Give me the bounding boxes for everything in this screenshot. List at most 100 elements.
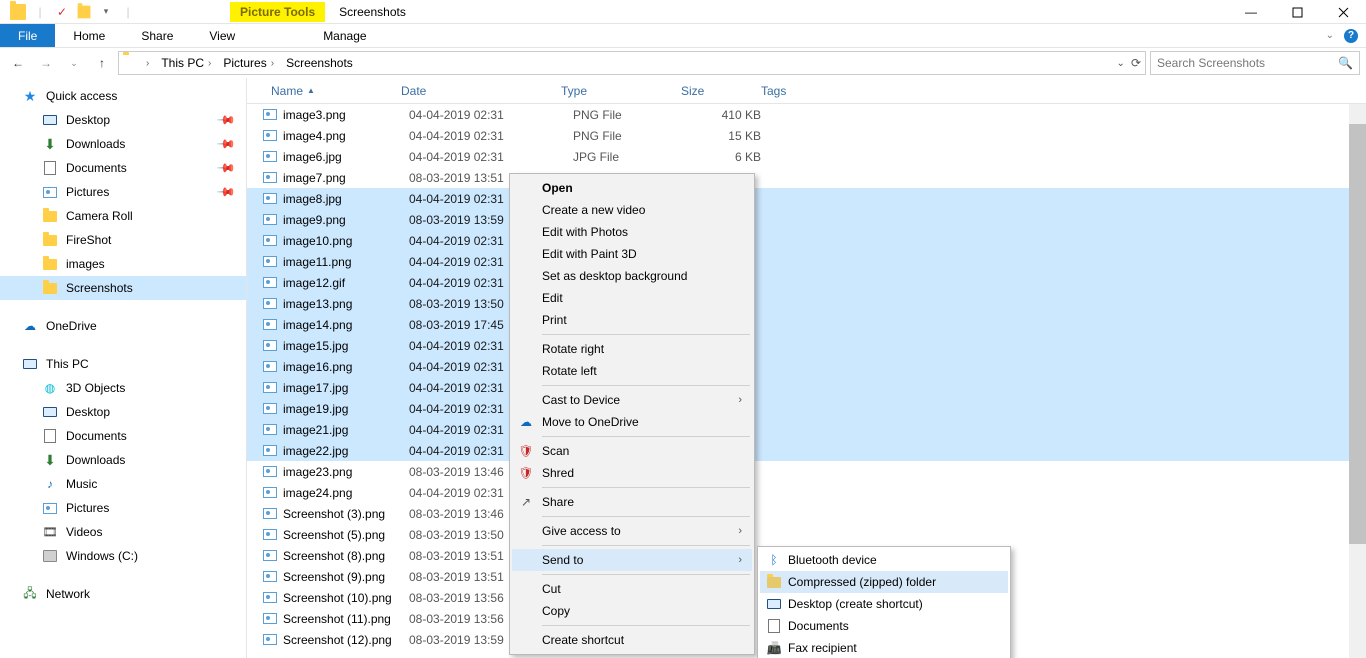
- close-button[interactable]: [1320, 0, 1366, 24]
- nav-desktop[interactable]: Desktop📌: [0, 108, 246, 132]
- nav-this-pc[interactable]: This PC: [0, 352, 246, 376]
- file-row[interactable]: image12.gif04-04-2019 02:31: [247, 272, 1366, 293]
- file-row[interactable]: image10.png04-04-2019 02:31: [247, 230, 1366, 251]
- file-row[interactable]: image19.jpg04-04-2019 02:31: [247, 398, 1366, 419]
- ctx-scan[interactable]: 🛡Scan: [512, 440, 752, 462]
- nav-downloads-2[interactable]: ⬇Downloads: [0, 448, 246, 472]
- file-row[interactable]: image11.png04-04-2019 02:31: [247, 251, 1366, 272]
- forward-button[interactable]: →: [34, 51, 58, 75]
- nav-screenshots[interactable]: Screenshots: [0, 276, 246, 300]
- breadcrumb-screenshots[interactable]: Screenshots: [281, 54, 358, 72]
- col-size[interactable]: Size: [673, 84, 753, 98]
- col-tags[interactable]: Tags: [753, 84, 833, 98]
- file-row[interactable]: image23.png08-03-2019 13:46: [247, 461, 1366, 482]
- folder-small-icon[interactable]: [76, 4, 92, 20]
- file-name: image19.jpg: [283, 402, 409, 416]
- file-type: PNG File: [573, 129, 693, 143]
- file-row[interactable]: image22.jpg04-04-2019 02:31: [247, 440, 1366, 461]
- col-type[interactable]: Type: [553, 84, 673, 98]
- ctx-edit-photos[interactable]: Edit with Photos: [512, 221, 752, 243]
- file-name: Screenshot (11).png: [283, 612, 409, 626]
- file-row[interactable]: Screenshot (3).png08-03-2019 13:46: [247, 503, 1366, 524]
- file-row[interactable]: image13.png08-03-2019 13:50: [247, 293, 1366, 314]
- back-button[interactable]: ←: [6, 51, 30, 75]
- file-row[interactable]: image6.jpg04-04-2019 02:31JPG File6 KB: [247, 146, 1366, 167]
- up-button[interactable]: ↑: [90, 51, 114, 75]
- ctx-cut[interactable]: Cut: [512, 578, 752, 600]
- file-row[interactable]: image3.png04-04-2019 02:31PNG File410 KB: [247, 104, 1366, 125]
- ctx-print[interactable]: Print: [512, 309, 752, 331]
- nav-desktop-2[interactable]: Desktop: [0, 400, 246, 424]
- sendto-desktop-shortcut[interactable]: Desktop (create shortcut): [760, 593, 1008, 615]
- tab-home[interactable]: Home: [55, 24, 123, 47]
- nav-videos[interactable]: 🎞Videos: [0, 520, 246, 544]
- refresh-icon[interactable]: ⟳: [1131, 56, 1141, 70]
- tab-file[interactable]: File: [0, 24, 55, 47]
- tab-manage[interactable]: Manage: [305, 24, 384, 47]
- nav-music[interactable]: ♪Music: [0, 472, 246, 496]
- scrollbar-thumb[interactable]: [1349, 124, 1366, 544]
- sendto-compressed[interactable]: Compressed (zipped) folder: [760, 571, 1008, 593]
- recent-locations-icon[interactable]: ⌄: [62, 51, 86, 75]
- tab-share[interactable]: Share: [123, 24, 191, 47]
- ctx-rotate-right[interactable]: Rotate right: [512, 338, 752, 360]
- search-box[interactable]: Search Screenshots 🔍: [1150, 51, 1360, 75]
- ctx-move-onedrive[interactable]: ☁Move to OneDrive: [512, 411, 752, 433]
- file-row[interactable]: image4.png04-04-2019 02:31PNG File15 KB: [247, 125, 1366, 146]
- nav-fireshot[interactable]: FireShot: [0, 228, 246, 252]
- ctx-open[interactable]: Open: [512, 177, 752, 199]
- breadcrumb-pictures[interactable]: Pictures›: [218, 54, 279, 72]
- file-row[interactable]: image17.jpg04-04-2019 02:31: [247, 377, 1366, 398]
- nav-documents[interactable]: Documents📌: [0, 156, 246, 180]
- nav-camera-roll[interactable]: Camera Roll: [0, 204, 246, 228]
- sendto-documents[interactable]: Documents: [760, 615, 1008, 637]
- address-dropdown-icon[interactable]: ⌄: [1117, 58, 1125, 69]
- file-row[interactable]: image9.png08-03-2019 13:59: [247, 209, 1366, 230]
- address-bar[interactable]: › This PC› Pictures› Screenshots ⌄ ⟳: [118, 51, 1146, 75]
- ribbon-expand-icon[interactable]: ⌄: [1326, 30, 1334, 41]
- chevron-right-icon[interactable]: ›: [146, 58, 149, 69]
- nav-network[interactable]: 🖧Network: [0, 582, 246, 606]
- file-row[interactable]: image8.jpg04-04-2019 02:31: [247, 188, 1366, 209]
- nav-quick-access[interactable]: ★Quick access: [0, 84, 246, 108]
- ctx-edit[interactable]: Edit: [512, 287, 752, 309]
- col-name[interactable]: Name▲: [263, 84, 393, 98]
- file-row[interactable]: image7.png08-03-2019 13:51: [247, 167, 1366, 188]
- ctx-share[interactable]: ↗Share: [512, 491, 752, 513]
- ctx-create-shortcut[interactable]: Create shortcut: [512, 629, 752, 651]
- nav-pictures-2[interactable]: Pictures: [0, 496, 246, 520]
- file-row[interactable]: image16.png04-04-2019 02:31: [247, 356, 1366, 377]
- breadcrumb-this-pc[interactable]: This PC›: [156, 54, 216, 72]
- file-row[interactable]: image21.jpg04-04-2019 02:31: [247, 419, 1366, 440]
- tab-view[interactable]: View: [191, 24, 253, 47]
- maximize-button[interactable]: [1274, 0, 1320, 24]
- ctx-shred[interactable]: 🛡Shred: [512, 462, 752, 484]
- minimize-button[interactable]: —: [1228, 0, 1274, 24]
- col-date[interactable]: Date: [393, 84, 553, 98]
- ctx-copy[interactable]: Copy: [512, 600, 752, 622]
- picture-tools-context-tab[interactable]: Picture Tools: [230, 2, 325, 22]
- ctx-rotate-left[interactable]: Rotate left: [512, 360, 752, 382]
- nav-pictures[interactable]: Pictures📌: [0, 180, 246, 204]
- ctx-create-video[interactable]: Create a new video: [512, 199, 752, 221]
- ctx-send-to[interactable]: Send to›: [512, 549, 752, 571]
- file-row[interactable]: Screenshot (5).png08-03-2019 13:50: [247, 524, 1366, 545]
- nav-documents-2[interactable]: Documents: [0, 424, 246, 448]
- sendto-fax[interactable]: 📠Fax recipient: [760, 637, 1008, 658]
- ctx-give-access[interactable]: Give access to›: [512, 520, 752, 542]
- nav-3d-objects[interactable]: ◍3D Objects: [0, 376, 246, 400]
- nav-onedrive[interactable]: ☁OneDrive: [0, 314, 246, 338]
- file-row[interactable]: image15.jpg04-04-2019 02:31: [247, 335, 1366, 356]
- qat-dropdown-icon[interactable]: ▾: [98, 4, 114, 20]
- sendto-bluetooth[interactable]: ᛒBluetooth device: [760, 549, 1008, 571]
- ctx-cast[interactable]: Cast to Device›: [512, 389, 752, 411]
- help-icon[interactable]: ?: [1344, 29, 1358, 43]
- file-row[interactable]: image14.png08-03-2019 17:45: [247, 314, 1366, 335]
- ctx-set-background[interactable]: Set as desktop background: [512, 265, 752, 287]
- nav-downloads[interactable]: ⬇Downloads📌: [0, 132, 246, 156]
- nav-images[interactable]: images: [0, 252, 246, 276]
- checkmark-icon[interactable]: ✓: [54, 4, 70, 20]
- nav-windows-c[interactable]: Windows (C:): [0, 544, 246, 568]
- file-row[interactable]: image24.png04-04-2019 02:31: [247, 482, 1366, 503]
- ctx-edit-paint3d[interactable]: Edit with Paint 3D: [512, 243, 752, 265]
